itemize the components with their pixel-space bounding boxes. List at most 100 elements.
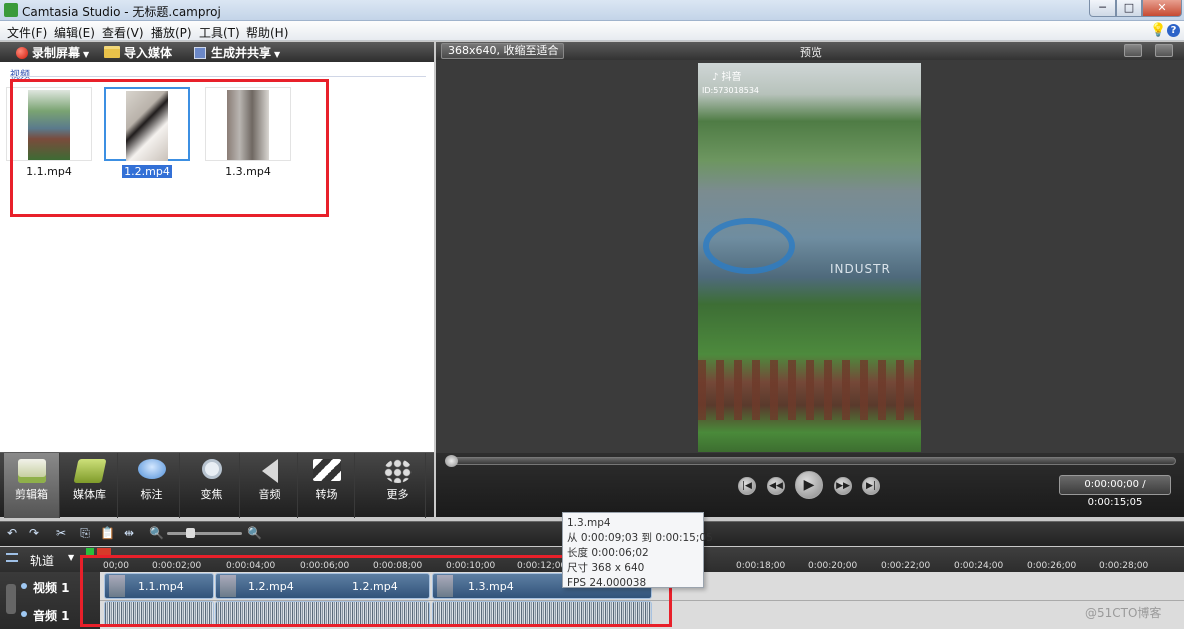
more-dots-icon (383, 459, 412, 483)
paste-icon[interactable]: 📋 (100, 526, 115, 540)
video-clip[interactable]: 1.2.mp4 1.2.mp4 (215, 573, 430, 599)
playhead[interactable] (97, 548, 111, 558)
tick-label: 0:00:18;00 (736, 561, 786, 571)
copy-icon[interactable]: ⎘ (78, 526, 92, 540)
tooltip-clip-size: 尺寸 368 x 640 (567, 562, 645, 574)
scrubber-handle[interactable] (445, 455, 458, 467)
main-toolbar: 录制屏幕 ▼ 导入媒体 生成并共享 ▼ (0, 42, 434, 62)
video-fence-graphic (698, 360, 921, 420)
task-tabs: 剪辑箱 媒体库 标注 变焦 音频 转场 更多 (0, 452, 434, 518)
menu-play[interactable]: 播放(P) (151, 24, 192, 41)
title-bar: Camtasia Studio - 无标题.camproj ─ □ ✕ (0, 0, 1184, 21)
record-icon (16, 47, 28, 59)
tick-label: 0:00:24;00 (954, 561, 1004, 571)
time-readout: 0:00:00;00 / 0:00:15;05 (1059, 475, 1171, 508)
video-clip[interactable]: 1.1.mp4 (104, 573, 214, 599)
video-watermark-id: ID:573018534 (702, 86, 760, 95)
tab-audio[interactable]: 音频 (242, 453, 298, 518)
video-watermark: ♪ 抖音 (712, 72, 742, 83)
window-title: Camtasia Studio - 无标题.camproj (22, 5, 221, 19)
tab-clip-bin[interactable]: 剪辑箱 (4, 453, 60, 518)
play-icon[interactable]: ▶ (795, 471, 823, 499)
clipbin-section-title: 视频 (10, 66, 30, 81)
video-thumbnail-image (227, 90, 269, 160)
selection-start-marker[interactable] (86, 548, 94, 558)
audio-clip-waveform[interactable] (432, 601, 652, 626)
track-visibility-icon[interactable] (21, 611, 27, 617)
menu-help[interactable]: 帮助(H) (246, 24, 288, 41)
tip-bulb-icon[interactable]: 💡 (1150, 23, 1166, 38)
zoom-out-icon[interactable]: 🔍 (149, 526, 164, 540)
rewind-icon[interactable]: ◀◀ (767, 477, 785, 495)
tick-label: 0:00:04;00 (226, 561, 276, 571)
track-lock-icon[interactable] (6, 584, 16, 614)
skip-to-end-icon[interactable]: ▶| (862, 477, 880, 495)
menu-view[interactable]: 查看(V) (102, 24, 144, 41)
audio-clip-waveform[interactable] (215, 601, 430, 626)
tracks-menu[interactable]: 轨道 (30, 552, 54, 569)
tooltip-clip-fps: FPS 24.000038 (567, 577, 647, 589)
menu-file[interactable]: 文件(F) (7, 24, 47, 41)
preview-zoom-select[interactable]: 368x640, 收缩至适合 ▼ (441, 43, 564, 70)
video-sign-logo (703, 218, 795, 274)
detach-preview-icon[interactable] (1155, 44, 1173, 57)
chevron-down-icon[interactable]: ▼ (68, 553, 74, 562)
tab-zoom[interactable]: 变焦 (184, 453, 240, 518)
produce-share-button[interactable]: 生成并共享 ▼ (194, 44, 280, 60)
track-visibility-icon[interactable] (21, 583, 27, 589)
clip-thumbnail[interactable] (6, 87, 92, 161)
menu-bar: 文件(F) 编辑(E) 查看(V) 播放(P) 工具(T) 帮助(H) (0, 21, 1184, 41)
tab-callouts[interactable]: 标注 (124, 453, 180, 518)
maximize-button[interactable]: □ (1116, 0, 1142, 17)
tick-label: 0:00:26;00 (1027, 561, 1077, 571)
clip-thumbnail[interactable] (205, 87, 291, 161)
video-thumbnail-image (126, 91, 168, 161)
magnifier-icon (201, 459, 222, 479)
undo-icon[interactable]: ↶ (5, 526, 19, 540)
redo-icon[interactable]: ↷ (27, 526, 41, 540)
tab-library[interactable]: 媒体库 (62, 453, 118, 518)
close-button[interactable]: ✕ (1142, 0, 1182, 17)
tick-label: 0:00:12;00 (517, 561, 567, 571)
tick-label: 0:00:06;00 (300, 561, 350, 571)
playback-scrubber[interactable] (446, 457, 1176, 465)
tab-more[interactable]: 更多 (370, 453, 426, 518)
zoom-in-icon[interactable]: 🔍 (247, 526, 262, 540)
audio-clip-waveform[interactable] (104, 601, 214, 626)
split-icon[interactable]: ⇹ (122, 526, 136, 540)
chevron-down-icon: ▼ (83, 50, 90, 59)
clip-thumbnail-icon (220, 575, 236, 597)
tick-label: 0:00:22;00 (881, 561, 931, 571)
menu-tools[interactable]: 工具(T) (199, 24, 240, 41)
import-media-button[interactable]: 导入媒体 (104, 44, 172, 60)
site-watermark: @51CTO博客 (1085, 606, 1162, 620)
tick-label: 0:00:02;00 (152, 561, 202, 571)
produce-icon (194, 47, 206, 59)
fullscreen-icon[interactable] (1124, 44, 1142, 57)
folder-icon (104, 46, 120, 58)
minimize-button[interactable]: ─ (1089, 0, 1116, 17)
video-track-label: 视频 1 (33, 581, 70, 595)
tick-label: 0:00:20;00 (808, 561, 858, 571)
cut-icon[interactable]: ✂ (54, 526, 68, 540)
zoom-slider-handle[interactable] (186, 528, 195, 538)
preview-title: 预览 (800, 46, 822, 59)
timeline-zoom-slider[interactable] (167, 532, 242, 535)
tab-transitions[interactable]: 转场 (299, 453, 355, 518)
clip-label: 1.1.mp4 (26, 165, 72, 178)
app-icon (4, 3, 18, 17)
clip-info-tooltip: 1.3.mp4 从 0:00:09;03 到 0:00:15;05 长度 0:0… (562, 512, 713, 589)
skip-to-start-icon[interactable]: |◀ (738, 477, 756, 495)
tick-label: 0:00:10;00 (446, 561, 496, 571)
camtasia-window: Camtasia Studio - 无标题.camproj ─ □ ✕ 文件(F… (0, 0, 1184, 629)
fast-forward-icon[interactable]: ▶▶ (834, 477, 852, 495)
menu-edit[interactable]: 编辑(E) (54, 24, 95, 41)
transition-icon (312, 459, 341, 481)
record-screen-button[interactable]: 录制屏幕 ▼ (16, 44, 89, 60)
clip-thumbnail-icon (109, 575, 125, 597)
clip-thumbnail-selected[interactable] (104, 87, 190, 161)
tooltip-clip-name: 1.3.mp4 (567, 517, 611, 529)
audio-track-label: 音频 1 (33, 609, 70, 623)
help-icon[interactable]: ? (1167, 24, 1180, 37)
clip-label: 1.3.mp4 (225, 165, 271, 178)
